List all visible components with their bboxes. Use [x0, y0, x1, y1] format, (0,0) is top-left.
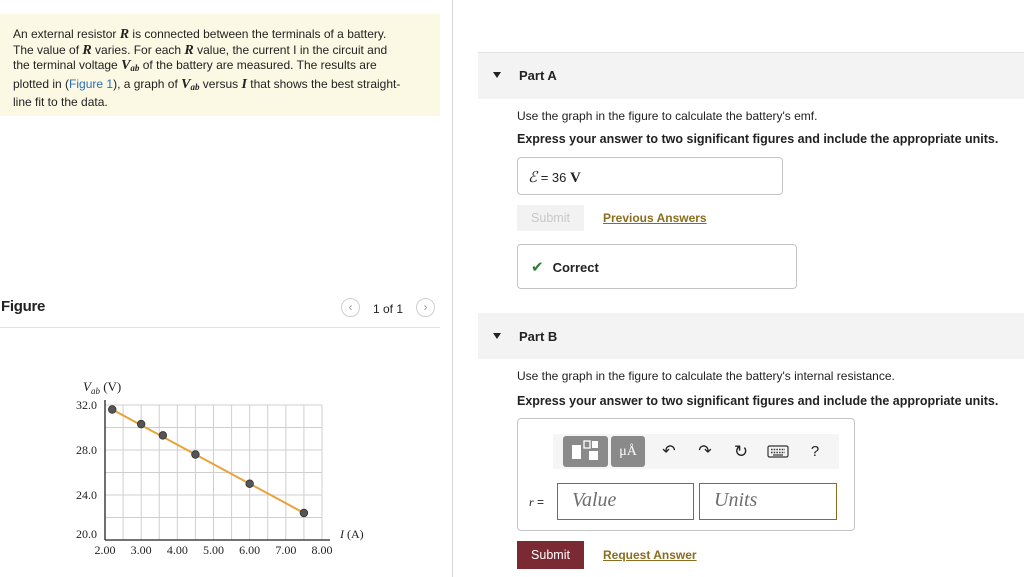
problem-text: that shows the best straight-	[246, 76, 401, 91]
x-tick-label: 2.00	[95, 543, 116, 557]
problem-statement: An external resistor R is connected betw…	[0, 14, 440, 116]
problem-text: value, the current I in the circuit and	[193, 42, 388, 57]
equals-sign: =	[533, 495, 545, 509]
pane-divider	[452, 0, 453, 577]
chart-tick-labels: 2.00 3.00 4.00 5.00 6.00 7.00 8.00 32.0 28.0 24.0…	[76, 398, 333, 557]
var-r: R	[82, 42, 92, 58]
problem-text: varies. For each	[91, 42, 185, 57]
units-input[interactable]: Units	[699, 483, 837, 520]
chevron-right-icon[interactable]: ›	[416, 298, 435, 317]
correct-feedback: ✔ Correct	[517, 244, 797, 289]
y-tick-label: 20.0	[76, 527, 97, 541]
submit-button-part-a: Submit	[517, 205, 584, 231]
part-a-title[interactable]: Part A	[519, 68, 557, 83]
y-axis-label: Vab (V)	[83, 379, 121, 396]
figure-counter: 1 of 1	[373, 302, 404, 316]
x-tick-label: 6.00	[239, 543, 260, 557]
help-button[interactable]: ?	[803, 436, 827, 467]
previous-answers-link[interactable]: Previous Answers	[603, 211, 707, 225]
figure-link[interactable]: Figure 1	[69, 77, 113, 91]
problem-text: ), a graph of	[113, 76, 182, 91]
data-point	[158, 431, 168, 440]
part-a-express: Express your answer to two significant f…	[517, 132, 999, 146]
reset-icon[interactable]: ↻	[729, 436, 753, 467]
figure-heading: Figure	[1, 298, 46, 315]
figure-divider	[0, 327, 440, 328]
math-toolbar: μÅ ↶ ↷ ↻ ?	[553, 434, 839, 469]
equals-sign: =	[537, 170, 552, 185]
part-a-answer-box: ℰ = 36 V	[517, 157, 783, 195]
part-a-header[interactable]	[478, 52, 1024, 99]
x-tick-label: 7.00	[275, 543, 296, 557]
x-axis-label: I (A)	[339, 527, 364, 541]
part-b-header[interactable]	[478, 313, 1024, 359]
submit-button-part-b[interactable]: Submit	[517, 541, 584, 569]
x-tick-label: 8.00	[312, 543, 333, 557]
emf-symbol: ℰ	[528, 170, 538, 186]
r-label: r =	[529, 495, 544, 510]
problem-text: plotted in (	[13, 76, 70, 91]
data-point	[136, 419, 146, 429]
var-r: R	[119, 27, 130, 42]
request-answer-link[interactable]: Request Answer	[603, 548, 697, 562]
data-point	[191, 450, 200, 459]
var-v: V	[121, 58, 131, 73]
answer-value: 36	[551, 170, 567, 185]
problem-text: the terminal voltage	[13, 58, 122, 72]
caret-down-icon[interactable]	[493, 72, 501, 78]
x-tick-label: 4.00	[167, 543, 188, 557]
value-input[interactable]: Value	[557, 483, 694, 520]
problem-text: An external resistor	[13, 27, 120, 41]
caret-down-icon[interactable]	[493, 333, 501, 339]
data-point	[299, 508, 309, 518]
y-tick-label: 32.0	[76, 398, 97, 412]
templates-icon[interactable]	[563, 436, 608, 467]
chevron-left-icon[interactable]: ‹	[341, 298, 360, 317]
part-a-instruction: Use the graph in the figure to calculate…	[517, 109, 818, 123]
part-b-title[interactable]: Part B	[519, 329, 557, 344]
x-tick-label: 3.00	[131, 543, 152, 557]
data-point	[108, 405, 117, 414]
voltage-current-chart: 2.00 3.00 4.00 5.00 6.00 7.00 8.00 32.0 28.0 24.0…	[76, 379, 364, 557]
part-b-instruction: Use the graph in the figure to calculate…	[517, 369, 895, 383]
redo-icon[interactable]: ↷	[693, 436, 717, 467]
problem-text: versus	[199, 76, 242, 91]
problem-text: is connected between the terminals of a …	[129, 27, 387, 41]
y-tick-label: 28.0	[76, 443, 97, 457]
problem-text: of the battery are measured. The results…	[139, 58, 377, 72]
undo-icon[interactable]: ↶	[657, 436, 681, 467]
part-b-express: Express your answer to two significant f…	[517, 394, 999, 408]
units-button[interactable]: μÅ	[611, 436, 645, 467]
problem-text: line fit to the data.	[13, 95, 108, 109]
check-icon: ✔	[531, 259, 544, 276]
data-point	[245, 479, 254, 488]
correct-label: Correct	[552, 260, 599, 275]
x-tick-label: 5.00	[203, 543, 224, 557]
y-tick-label: 24.0	[76, 488, 97, 502]
var-r: R	[184, 42, 194, 58]
keyboard-icon[interactable]	[765, 436, 791, 467]
problem-text: The value of	[13, 42, 83, 57]
answer-unit: V	[570, 170, 581, 186]
